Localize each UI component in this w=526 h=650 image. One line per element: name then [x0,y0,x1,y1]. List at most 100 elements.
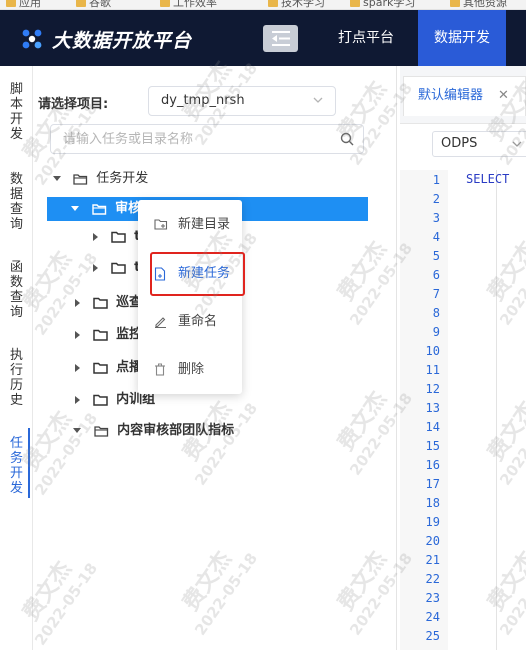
menu-item-label: 重命名 [178,314,218,329]
tree-node-label: 内容审核部团队指标 [117,423,235,438]
folder-icon [110,231,126,243]
bookmark-google[interactable]: 谷歌 [76,0,111,9]
folder-icon [92,362,108,374]
code-editor[interactable]: 1 2 3 4 5 6 7 8 9 10 11 12 13 14 15 16 17 18 19 20 21 22 23 24 2… [400,170,526,650]
line-number: 25 [425,629,440,643]
bookmark-productivity[interactable]: 工作效率 [160,0,217,9]
tree-node-sub-2[interactable]: t [91,256,140,280]
line-number: 7 [432,287,440,301]
line-number: 4 [432,230,440,244]
folder-icon [92,394,108,406]
bookmark-other[interactable]: 其他资源 [450,0,507,9]
tree-node-vod[interactable]: 点播 [73,356,142,380]
menu-new-folder[interactable]: 新建目录 [138,210,242,240]
line-number: 23 [425,591,440,605]
code-line-1: SELECT [466,172,510,186]
line-number: 11 [425,363,440,377]
tree-node-monitor[interactable]: 监控 [73,323,142,347]
logo-icon [22,29,42,49]
nav-data-dev[interactable]: 数据开发 [418,10,506,66]
caret-right-icon [75,363,80,372]
side-tab-exec-history[interactable]: 执行历史 [0,348,33,408]
engine-select-value: ODPS [441,136,478,151]
tree-node-root[interactable]: 任务开发 [53,167,353,191]
project-select[interactable]: dy_tmp_nrsh [148,86,336,116]
menu-toggle-button[interactable] [263,25,298,52]
tree-node-sub-1[interactable]: t [91,225,140,249]
bookmark-apps[interactable]: 应用 [6,0,41,9]
side-tab-bar: 脚本开发 数据查询 函数查询 执行历史 任务开发 [0,66,33,650]
top-header: 大数据开放平台 打点平台 数据开发 [0,10,526,66]
caret-right-icon [93,232,98,241]
active-tab-indicator [28,428,30,498]
menu-item-label: 删除 [178,362,205,377]
trash-icon [155,363,165,376]
line-number: 16 [425,458,440,472]
folder-icon [160,0,170,7]
folder-icon [110,262,126,274]
bookmark-spark[interactable]: spark学习 [350,0,415,9]
line-number: 22 [425,572,440,586]
line-number: 13 [425,401,440,415]
task-search-input[interactable] [50,124,364,154]
line-number: 15 [425,439,440,453]
caret-right-icon [75,330,80,339]
line-number: 10 [425,344,440,358]
side-tab-script-dev[interactable]: 脚本开发 [0,82,33,142]
line-number: 2 [432,192,440,206]
line-number: 5 [432,249,440,263]
tree-node-label: 任务开发 [96,171,149,186]
line-number: 1 [432,173,440,187]
context-menu: 新建目录 新建任务 重命名 删除 [138,200,242,394]
folder-open-icon [93,425,108,437]
folder-icon [450,0,460,7]
folder-open-icon [91,203,106,215]
tree-node-label: 内训组 [116,392,156,407]
line-number: 14 [425,420,440,434]
menu-delete[interactable]: 删除 [138,355,242,385]
menu-item-label: 新建目录 [178,217,231,232]
side-tab-data-query[interactable]: 数据查询 [0,172,33,232]
editor-tab-default[interactable]: 默认编辑器 ✕ [403,76,526,116]
editor-tab-bar: 默认编辑器 ✕ [400,66,526,124]
line-number-gutter: 1 2 3 4 5 6 7 8 9 10 11 12 13 14 15 16 17 18 19 20 21 22 23 24 2… [400,170,448,650]
line-number: 17 [425,477,440,491]
folder-icon [6,0,16,7]
caret-down-icon [53,176,61,181]
engine-select[interactable]: ODPS [432,131,526,157]
folder-add-icon [154,219,168,230]
app-title: 大数据开放平台 [52,30,193,52]
edit-icon [155,317,166,328]
line-number: 20 [425,534,440,548]
project-label: 请选择项目: [38,97,109,112]
tree-node-patrol[interactable]: 巡查 [73,291,142,315]
line-number: 6 [432,268,440,282]
line-number: 21 [425,553,440,567]
nav-dot-platform[interactable]: 打点平台 [338,10,394,66]
editor-tab-label: 默认编辑器 [418,88,484,103]
menu-fold-icon [272,31,290,46]
bookmarks-bar: 应用 谷歌 工作效率 技术学习 spark学习 其他资源 [0,0,526,10]
search-icon[interactable] [340,132,354,146]
folder-icon [350,0,360,7]
folder-icon [92,297,108,309]
line-number: 18 [425,496,440,510]
folder-icon [268,0,278,7]
line-number: 9 [432,325,440,339]
side-tab-function-query[interactable]: 函数查询 [0,260,33,320]
tree-node-audit-metrics[interactable]: 内容审核部团队指标 [73,419,234,443]
caret-down-icon [71,206,79,211]
caret-right-icon [75,395,80,404]
line-number: 3 [432,211,440,225]
close-icon[interactable]: ✕ [498,77,509,115]
line-number: 12 [425,382,440,396]
caret-right-icon [75,298,80,307]
menu-rename[interactable]: 重命名 [138,307,242,337]
bookmark-tech[interactable]: 技术学习 [268,0,325,9]
highlight-annotation [150,252,245,296]
line-number: 19 [425,515,440,529]
folder-icon [76,0,86,7]
line-number: 24 [425,610,440,624]
project-select-value: dy_tmp_nrsh [161,93,245,108]
folder-open-icon [73,173,88,185]
